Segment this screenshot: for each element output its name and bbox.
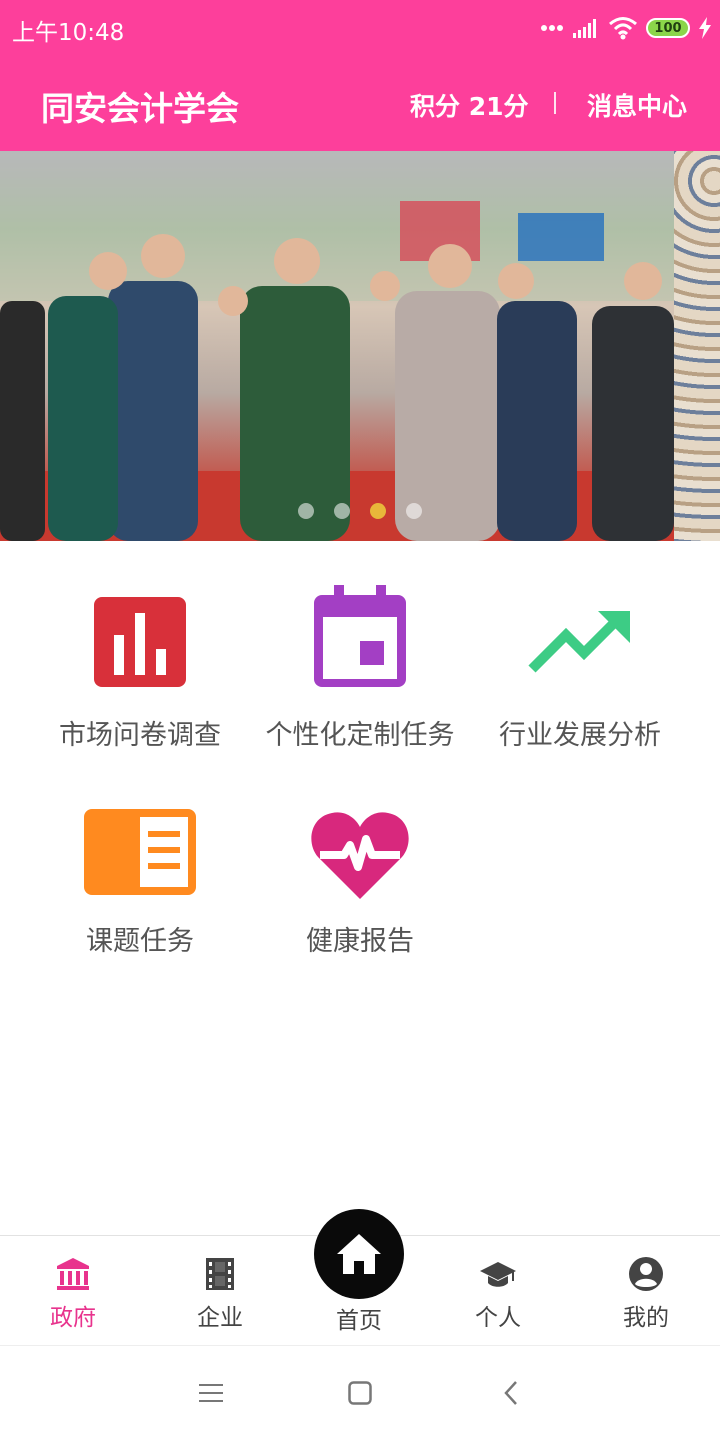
carousel-dot[interactable] [334, 503, 350, 519]
status-icons: 100 [540, 14, 712, 42]
back-icon[interactable] [503, 1380, 519, 1406]
charging-bolt-icon [699, 17, 711, 39]
trending-up-icon [528, 611, 630, 673]
feature-health-report[interactable]: 健康报告 [250, 805, 470, 965]
home-icon [337, 1234, 381, 1274]
nav-tab-personal[interactable]: 个人 [438, 1236, 558, 1346]
feature-industry-analysis[interactable]: 行业发展分析 [470, 585, 690, 755]
feature-label: 市场问卷调查 [59, 720, 221, 751]
nav-label-home: 首页 [336, 1308, 382, 1334]
system-nav-bar [0, 1345, 720, 1440]
battery-level: 100 [654, 20, 682, 36]
carousel-indicators [0, 503, 720, 519]
battery-indicator: 100 [646, 18, 690, 38]
carousel-dot[interactable] [298, 503, 314, 519]
bar-chart-icon [94, 597, 186, 687]
nav-tab-government[interactable]: 政府 [13, 1236, 133, 1346]
feature-custom-task[interactable]: 个性化定制任务 [250, 585, 470, 755]
graduation-cap-icon [480, 1262, 516, 1287]
nav-tab-mine[interactable]: 我的 [586, 1236, 706, 1346]
wifi-icon [609, 17, 637, 40]
nav-label: 个人 [475, 1305, 521, 1331]
account-circle-icon [629, 1257, 663, 1291]
feature-topic-task[interactable]: 课题任务 [30, 805, 250, 965]
feature-label: 行业发展分析 [499, 720, 661, 751]
banner-carousel[interactable] [0, 151, 720, 541]
crowd-illustration [0, 151, 674, 541]
nav-label: 企业 [197, 1305, 243, 1331]
cellular-signal-icon [573, 19, 596, 38]
feature-market-survey[interactable]: 市场问卷调查 [30, 585, 250, 755]
institution-icon [57, 1258, 89, 1290]
signal-dots-icon [541, 25, 563, 31]
app-header: 上午10:48 100 同安会计学会 积分 21分 消息中心 [0, 0, 720, 151]
next-slide-peek [674, 151, 720, 541]
feature-label: 个性化定制任务 [265, 720, 455, 751]
nav-label: 我的 [623, 1305, 669, 1331]
menu-icon[interactable] [199, 1382, 223, 1404]
home-square-icon[interactable] [348, 1381, 372, 1405]
nav-label: 政府 [50, 1305, 96, 1331]
status-time: 上午10:48 [12, 20, 125, 46]
message-center-link[interactable]: 消息中心 [587, 87, 687, 123]
calendar-icon [314, 585, 406, 687]
home-button[interactable] [314, 1209, 404, 1299]
carousel-dot[interactable] [406, 503, 422, 519]
article-icon [84, 809, 196, 895]
points-link[interactable]: 积分 21分 [410, 87, 529, 123]
header-divider [554, 92, 556, 114]
feature-label: 课题任务 [86, 926, 194, 957]
banner-photo [0, 151, 674, 541]
feature-label: 健康报告 [306, 926, 414, 957]
nav-tab-enterprise[interactable]: 企业 [160, 1236, 280, 1346]
status-bar: 上午10:48 100 [0, 0, 720, 56]
carousel-dot-active[interactable] [370, 503, 386, 519]
page-title: 同安会计学会 [41, 89, 239, 128]
film-icon [206, 1258, 234, 1290]
heart-pulse-icon [311, 812, 409, 899]
